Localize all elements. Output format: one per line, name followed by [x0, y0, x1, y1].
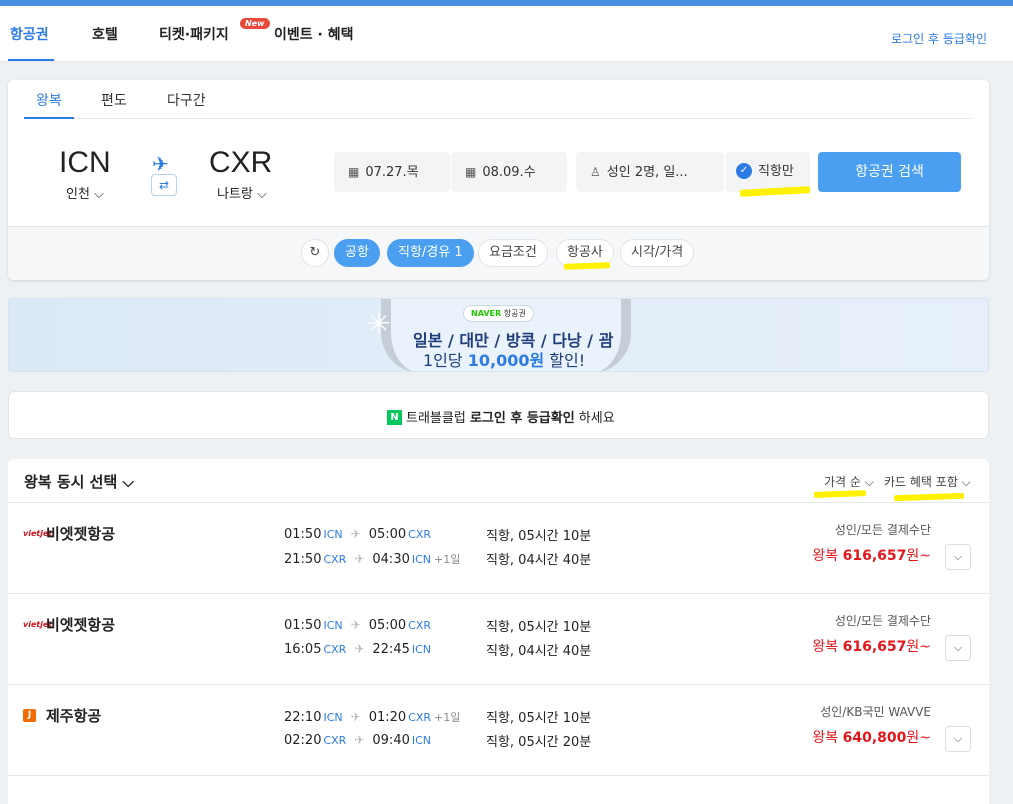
outbound-leg: 01:50 ICN ✈ 05:00 CXR: [284, 527, 432, 542]
plane-icon: ✈: [350, 618, 361, 632]
airline-name: 제주항공: [46, 707, 102, 725]
fare-condition: 성인/모든 결제수단: [834, 523, 931, 537]
travel-club-login-notice[interactable]: N 트래블클럽 로그인 후 등급확인 하세요: [8, 391, 989, 439]
chevron-down-icon: ⌵: [953, 550, 963, 563]
refresh-icon: ↻: [309, 245, 321, 260]
login-grade-link[interactable]: 로그인 후 등급확인: [891, 30, 987, 47]
flight-result-row[interactable]: vietjet 비엣젯항공 01:50 ICN ✈ 05:00 CXR 21:50 CXR…: [8, 503, 989, 593]
nav-active-indicator: [8, 59, 54, 61]
banner-discount: 1인당 10,000원 할인!: [423, 351, 586, 370]
trip-tab-roundtrip[interactable]: 왕복: [36, 90, 62, 110]
swap-route-button[interactable]: ⇄: [151, 174, 177, 196]
expand-button[interactable]: ⌵: [945, 544, 971, 570]
trip-tabs-divider: [24, 118, 972, 119]
plane-icon: ✈: [354, 642, 365, 656]
filter-bar: ↻ 공항 직항/경유 1 요금조건 항공사 시각/가격: [8, 226, 989, 280]
swap-icon: ⇄: [158, 178, 170, 192]
origin-code[interactable]: ICN: [59, 146, 111, 180]
login-notice-text: N 트래블클럽 로그인 후 등급확인 하세요: [387, 407, 615, 426]
filter-chip-fare-conditions[interactable]: 요금조건: [478, 239, 548, 267]
yellow-highlight-mark: [893, 492, 965, 502]
outbound-duration: 직항, 05시간 10분: [486, 620, 592, 635]
fare-condition: 성인/KB국민 WAVVE: [820, 705, 931, 719]
passenger-field[interactable]: ♙ 성인 2명, 일...: [576, 152, 724, 192]
nav-tab-flights[interactable]: 항공권: [10, 24, 49, 44]
plane-icon: ✈: [354, 552, 365, 566]
price: 왕복 616,657원~: [812, 639, 931, 655]
return-date-value: 08.09.수: [482, 165, 536, 180]
naver-logo-icon: N: [387, 410, 402, 425]
expand-button[interactable]: ⌵: [945, 726, 971, 752]
return-leg: 21:50 CXR ✈ 04:30 ICN +1일: [284, 552, 461, 567]
calendar-icon: ▦: [465, 165, 477, 179]
flight-results-panel: 왕복 동시 선택 ⌵ 가격 순 ⌵ 카드 혜택 포함 ⌵ vietjet 비엣젯…: [8, 459, 989, 804]
plane-icon: ✈: [152, 152, 169, 176]
nav-tab-events[interactable]: 이벤트 · 혜택: [274, 24, 353, 44]
destination-code[interactable]: CXR: [209, 146, 272, 180]
return-duration: 직항, 05시간 20분: [486, 735, 592, 750]
sparkle-icon: ✳: [367, 307, 391, 340]
filter-chip-direct-transfer[interactable]: 직항/경유 1: [387, 239, 474, 267]
price: 왕복 640,800원~: [812, 730, 931, 746]
main-nav: 항공권 호텔 티켓·패키지 New 이벤트 · 혜택 로그인 후 등급확인: [0, 6, 1013, 62]
outbound-duration: 직항, 05시간 10분: [486, 711, 592, 726]
trip-tab-indicator: [24, 117, 74, 119]
filter-chip-time-price[interactable]: 시각/가격: [620, 239, 695, 267]
depart-date-field[interactable]: ▦ 07.27.목: [334, 152, 450, 192]
flight-search-panel: 왕복 편도 다구간 ICN 인천 ⌵ ✈ ⇄ CXR 나트랑 ⌵ ▦ 07.27.…: [8, 80, 989, 280]
return-leg: 16:05 CXR ✈ 22:45 ICN: [284, 642, 432, 657]
yellow-highlight-mark: [563, 262, 611, 270]
filter-chip-airport[interactable]: 공항: [334, 239, 380, 267]
origin-city[interactable]: 인천 ⌵: [66, 183, 104, 202]
login-grade-link[interactable]: 로그인 후 등급확인: [470, 411, 575, 426]
nav-tab-tickets-packages[interactable]: 티켓·패키지: [159, 24, 229, 44]
outbound-duration: 직항, 05시간 10분: [486, 529, 592, 544]
plane-icon: ✈: [350, 527, 361, 541]
jeju-air-logo-icon: J: [23, 709, 36, 722]
trip-tab-oneway[interactable]: 편도: [101, 90, 127, 110]
plane-icon: ✈: [350, 710, 361, 724]
sort-card-benefit-dropdown[interactable]: 카드 혜택 포함 ⌵: [884, 473, 971, 490]
depart-date-value: 07.27.목: [365, 165, 419, 180]
destination-city[interactable]: 나트랑 ⌵: [217, 183, 267, 202]
check-circle-icon: ✓: [736, 162, 752, 179]
price: 왕복 616,657원~: [812, 548, 931, 564]
fare-condition: 성인/모든 결제수단: [834, 614, 931, 628]
nav-tab-hotels[interactable]: 호텔: [92, 24, 118, 44]
chevron-down-icon: ⌵: [953, 732, 963, 745]
calendar-icon: ▦: [348, 165, 360, 179]
expand-button[interactable]: ⌵: [945, 635, 971, 661]
outbound-leg: 01:50 ICN ✈ 05:00 CXR: [284, 618, 432, 633]
refresh-filters-button[interactable]: ↻: [301, 239, 329, 267]
return-leg: 02:20 CXR ✈ 09:40 ICN: [284, 733, 432, 748]
outbound-leg: 22:10 ICN ✈ 01:20 CXR +1일: [284, 710, 461, 725]
yellow-highlight-mark: [813, 490, 867, 498]
plane-icon: ✈: [354, 733, 365, 747]
return-date-field[interactable]: ▦ 08.09.수: [451, 152, 567, 192]
flight-result-row[interactable]: J 제주항공 22:10 ICN ✈ 01:20 CXR +1일 02:20 CXR ✈ 09:…: [8, 685, 989, 775]
row-divider: [8, 775, 989, 776]
return-duration: 직항, 04시간 40분: [486, 553, 592, 568]
chevron-down-icon: ⌵: [953, 641, 963, 654]
person-icon: ♙: [590, 165, 601, 179]
trip-tab-multicity[interactable]: 다구간: [167, 90, 206, 110]
direct-only-label: 직항만: [758, 164, 794, 179]
flight-search-button[interactable]: 항공권 검색: [818, 152, 961, 192]
roundtrip-select-dropdown[interactable]: 왕복 동시 선택 ⌵: [24, 471, 134, 492]
flight-result-row[interactable]: vietjet 비엣젯항공 01:50 ICN ✈ 05:00 CXR 16:05 CXR…: [8, 594, 989, 684]
promo-banner[interactable]: ✳ NAVER 항공권 일본 / 대만 / 방콕 / 다낭 / 괌 1인당 10…: [8, 298, 989, 372]
airline-name: 비엣젯항공: [46, 616, 116, 634]
new-badge: New: [240, 18, 270, 29]
passenger-value: 성인 2명, 일...: [606, 165, 688, 180]
sort-price-dropdown[interactable]: 가격 순 ⌵: [824, 473, 874, 490]
return-duration: 직항, 04시간 40분: [486, 644, 592, 659]
banner-brand-badge: NAVER 항공권: [463, 305, 534, 322]
airline-name: 비엣젯항공: [46, 525, 116, 543]
